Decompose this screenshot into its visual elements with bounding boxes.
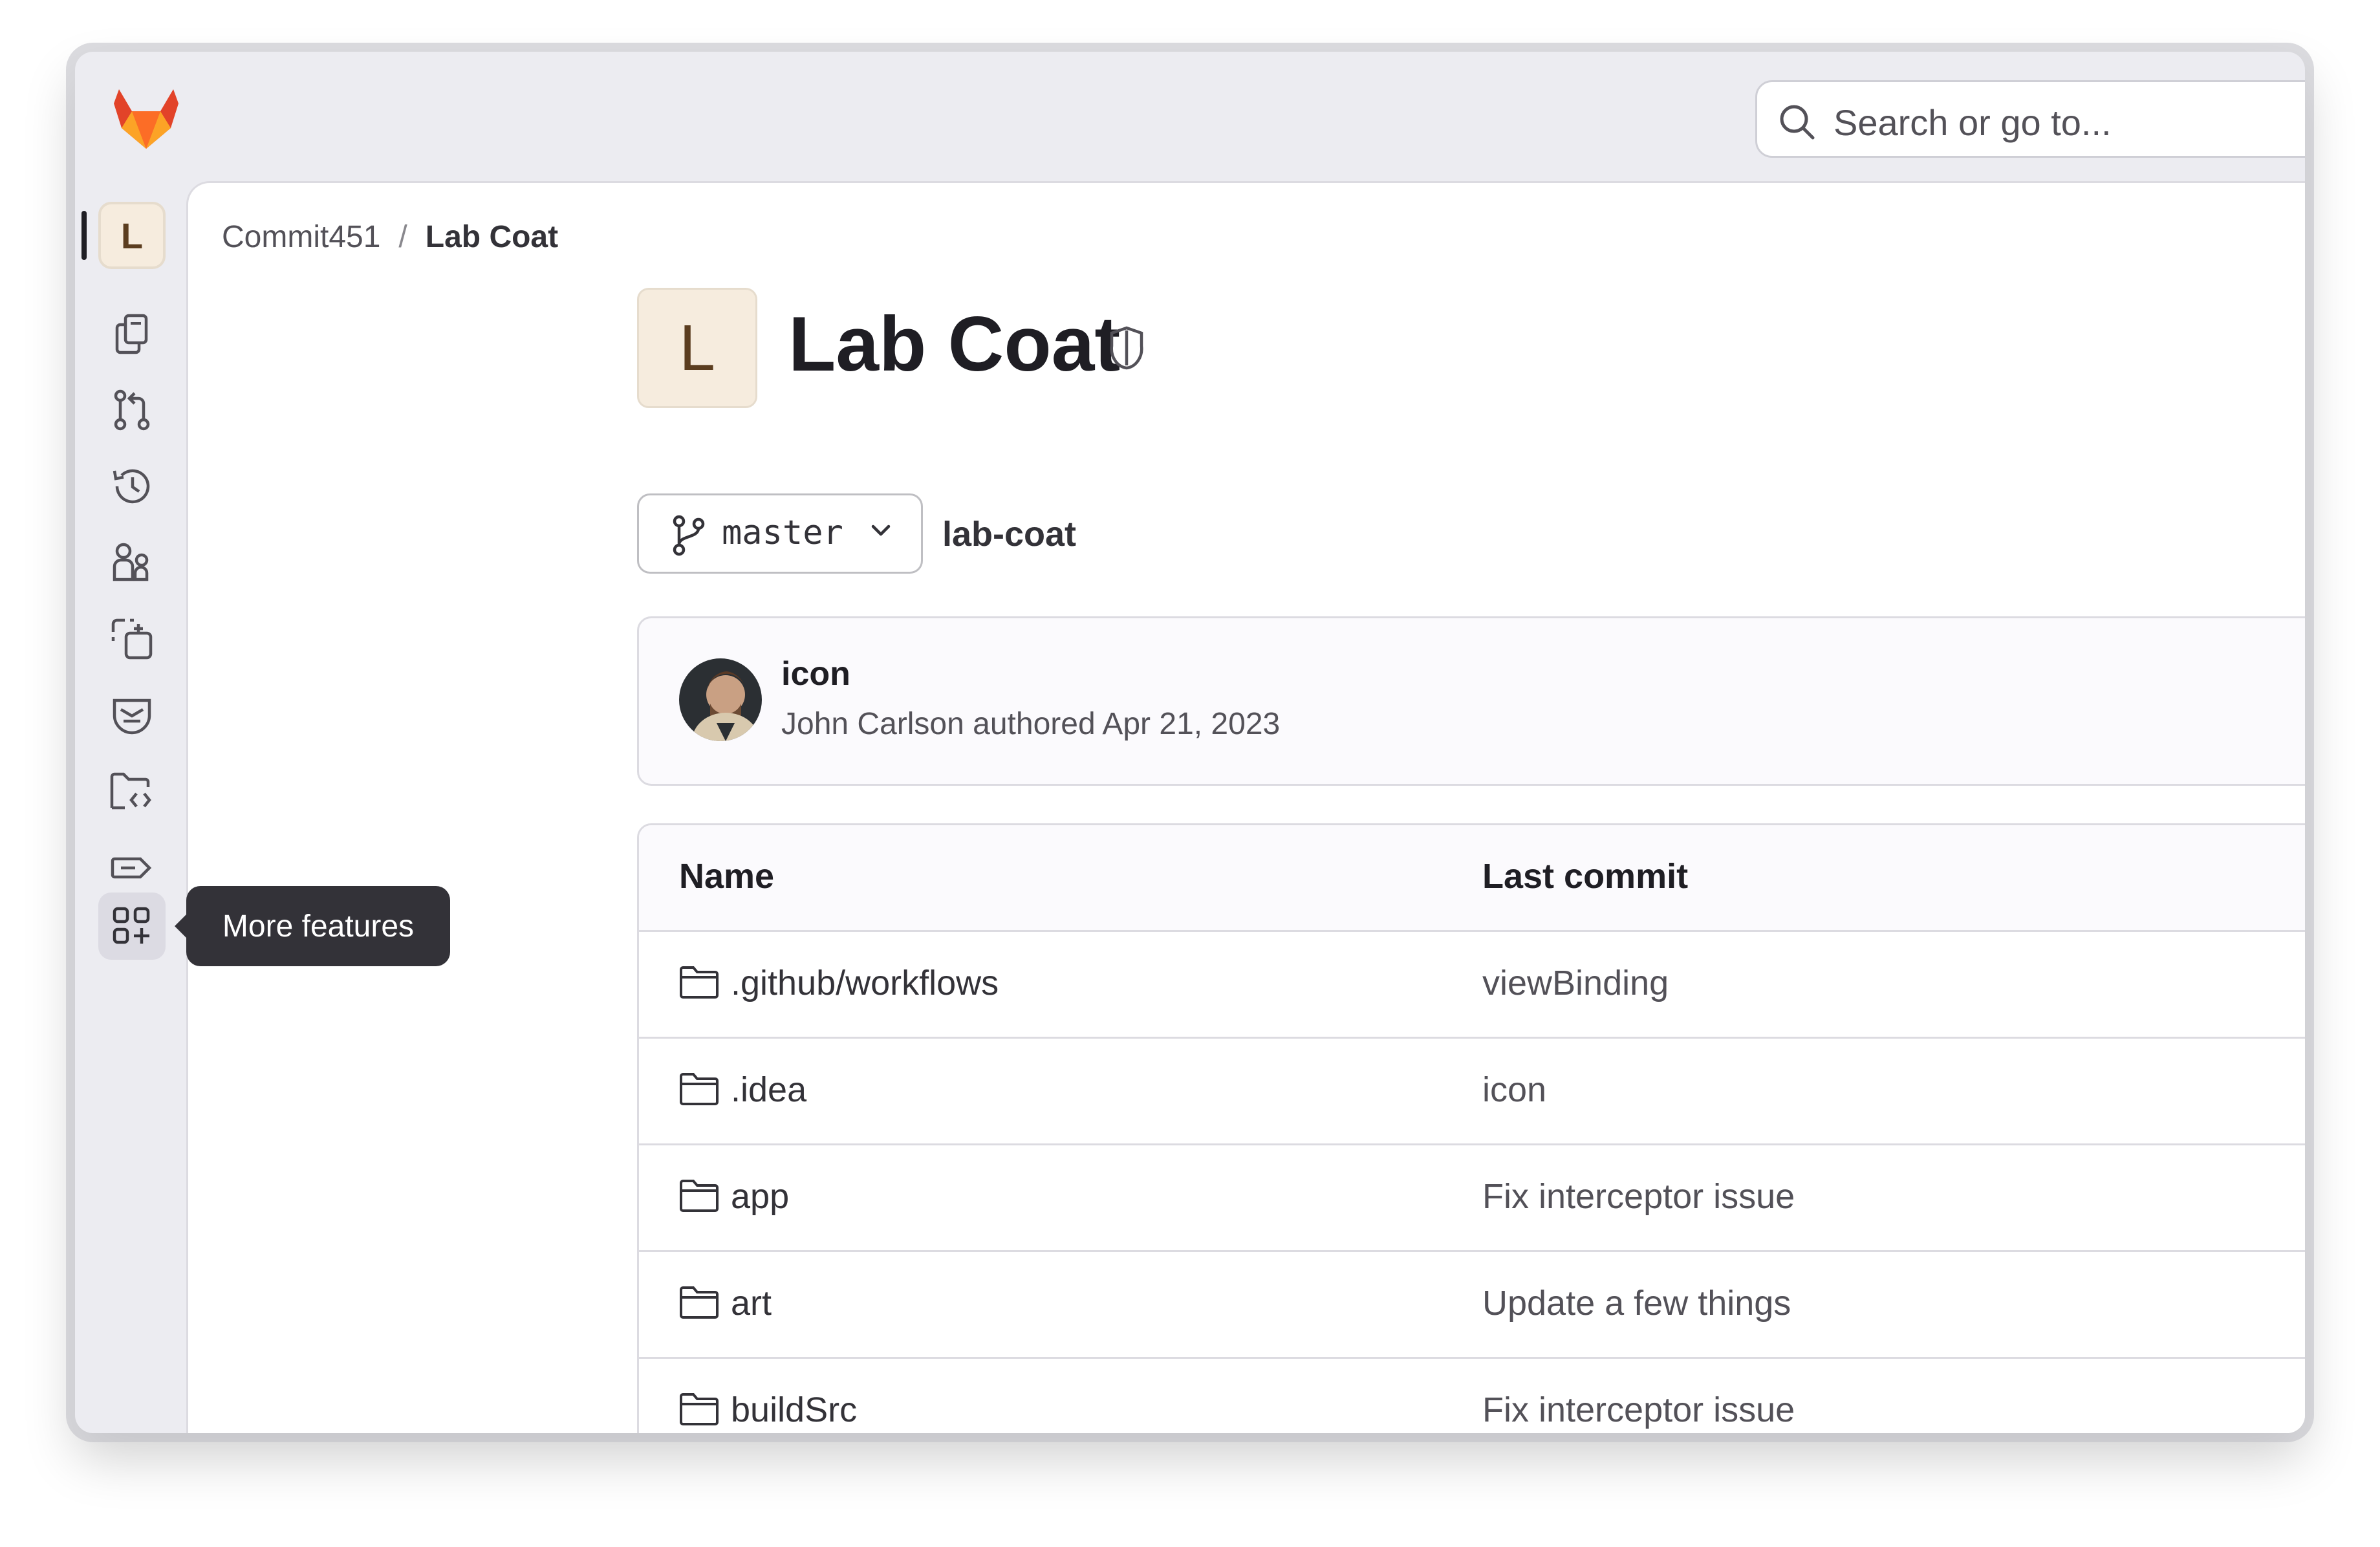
app-window: Search or go to... L Commit451 / Lab Coa… (75, 52, 2305, 1433)
file-last-commit[interactable]: Fix interceptor issue (1482, 1390, 1795, 1430)
folder-icon (680, 1393, 719, 1425)
tag-icon (111, 857, 152, 879)
file-last-commit[interactable]: viewBinding (1482, 963, 1669, 1003)
chevron-down-icon (871, 525, 891, 536)
table-row[interactable]: app Fix interceptor issue (639, 1145, 2305, 1252)
commit-title[interactable]: icon (781, 654, 850, 693)
active-nav-indicator (81, 211, 87, 260)
repository-path[interactable]: lab-coat (942, 514, 1076, 554)
sidebar-item-pinned[interactable] (98, 300, 166, 367)
file-name[interactable]: .github/workflows (731, 963, 999, 1003)
grid-plus-icon (113, 907, 150, 944)
project-avatar: L (637, 288, 757, 408)
main-content: Commit451 / Lab Coat L Lab Coat master lab… (186, 181, 2305, 1433)
sidebar-item-history[interactable] (98, 453, 166, 520)
folder-code-icon (110, 772, 151, 810)
users-icon (113, 543, 149, 581)
table-row[interactable]: .github/workflows viewBinding (639, 932, 2305, 1039)
sidebar-project-button[interactable]: L (98, 202, 166, 269)
sidebar-item-merge-requests[interactable] (98, 376, 166, 444)
table-row[interactable]: buildSrc Fix interceptor issue (639, 1359, 2305, 1433)
last-commit-card: icon John Carlson authored Apr 21, 2023 (637, 616, 2305, 786)
more-features-tooltip: More features (175, 886, 450, 966)
page-title: Lab Coat (788, 301, 1121, 387)
file-table: Name Last commit .github/workflows viewB… (637, 823, 2305, 1433)
avatar[interactable] (679, 658, 762, 741)
file-last-commit[interactable]: Update a few things (1482, 1283, 1791, 1323)
table-header: Name Last commit (639, 825, 2305, 932)
branch-name: master (722, 514, 843, 552)
file-name[interactable]: art (731, 1283, 772, 1323)
file-last-commit[interactable]: icon (1482, 1070, 1546, 1110)
folder-icon (680, 1180, 719, 1212)
sidebar-item-more-features[interactable] (98, 892, 166, 960)
plan-icon (111, 618, 153, 660)
merge-request-icon (114, 389, 150, 431)
breadcrumb-separator: / (398, 220, 407, 254)
table-row[interactable]: .idea icon (639, 1039, 2305, 1145)
folder-icon (680, 1286, 719, 1319)
gitlab-logo-icon[interactable] (113, 88, 180, 150)
sidebar-item-members[interactable] (98, 529, 166, 596)
sidebar-item-deploy[interactable] (98, 834, 166, 902)
branch-icon (673, 515, 705, 556)
sidebar-item-code[interactable] (98, 758, 166, 825)
file-name[interactable]: app (731, 1176, 789, 1217)
copy-icon (115, 314, 148, 354)
project-avatar-letter: L (120, 215, 144, 256)
folder-icon (680, 966, 719, 999)
file-name[interactable]: .idea (731, 1070, 806, 1110)
commit-meta: John Carlson authored Apr 21, 2023 (781, 707, 1281, 741)
sidebar-item-secure[interactable] (98, 682, 166, 749)
breadcrumb-project[interactable]: Lab Coat (426, 220, 558, 254)
breadcrumb-group[interactable]: Commit451 (222, 220, 380, 254)
table-row[interactable]: art Update a few things (639, 1252, 2305, 1359)
search-icon (1780, 105, 1815, 140)
history-icon (113, 469, 150, 504)
file-name[interactable]: buildSrc (731, 1390, 857, 1430)
column-header-name: Name (679, 857, 775, 896)
column-header-last-commit: Last commit (1482, 857, 1689, 896)
breadcrumb: Commit451 / Lab Coat (222, 219, 558, 255)
branch-selector[interactable]: master (637, 493, 923, 574)
search-input[interactable]: Search or go to... (1755, 80, 2305, 158)
sidebar-item-plan[interactable] (98, 605, 166, 673)
shield-icon[interactable] (1108, 325, 1145, 371)
file-last-commit[interactable]: Fix interceptor issue (1482, 1176, 1795, 1217)
search-placeholder: Search or go to... (1834, 102, 2112, 143)
folder-icon (680, 1073, 719, 1105)
shield-face-icon (113, 698, 151, 735)
